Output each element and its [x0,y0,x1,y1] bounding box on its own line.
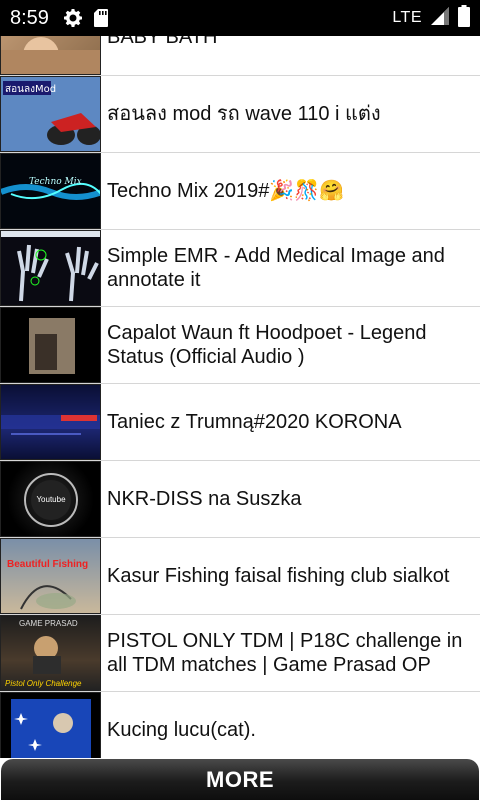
more-bar: MORE [0,758,480,800]
video-title: Techno Mix 2019#🎉🎊🤗 [107,180,345,202]
video-title: BABY BATH [107,36,218,48]
capalot-thumbnail [0,307,101,383]
nkr-thumb-text: Youtube [36,495,66,504]
signal-icon [430,6,450,31]
video-title: Capalot Waun ft Hoodpoet - Legend Status… [107,322,427,368]
motorbike-mod-thumbnail: สอนลงMod [0,76,101,152]
nkr-diss-thumbnail: Youtube [0,461,101,537]
list-item[interactable]: สอนลงMod สอนลง mod รถ wave 110 i แต่ง [0,76,480,153]
video-title: สอนลง mod รถ wave 110 i แต่ง [107,103,381,125]
gear-icon [63,8,83,28]
xray-hands-thumbnail [0,230,101,306]
list-item[interactable]: GAME PRASAD Pistol Only Challenge PISTOL… [0,615,480,692]
video-title: PISTOL ONLY TDM | P18C challenge in all … [107,630,463,676]
baby-bath-thumbnail [0,36,101,75]
list-item[interactable]: Simple EMR - Add Medical Image and annot… [0,230,480,307]
mod-thumb-text: สอนลงMod [5,84,56,95]
list-item[interactable]: Kucing lucu(cat). [0,692,480,758]
list-item[interactable]: Capalot Waun ft Hoodpoet - Legend Status… [0,307,480,384]
pistol-thumb-top: GAME PRASAD [19,619,78,628]
status-bar: 8:59 LTE [0,0,480,36]
video-title: NKR-DISS na Suszka [107,488,302,510]
pistol-tdm-thumbnail: GAME PRASAD Pistol Only Challenge [0,615,101,691]
cat-thumbnail [0,692,101,758]
list-item[interactable]: Youtube NKR-DISS na Suszka [0,461,480,538]
more-button[interactable]: MORE [1,759,479,800]
list-item[interactable]: Techno Mix Techno Mix 2019#🎉🎊🤗 [0,153,480,230]
status-right: LTE [392,4,470,32]
fishing-thumbnail: Beautiful Fishing [0,538,101,614]
list-item[interactable]: Taniec z Trumną#2020 KORONA [0,384,480,461]
list-item[interactable]: Beautiful Fishing Kasur Fishing faisal f… [0,538,480,615]
video-title: Simple EMR - Add Medical Image and annot… [107,245,445,291]
sd-card-icon [93,8,109,28]
list-item[interactable]: BABY BATH [0,36,480,76]
network-type: LTE [392,9,422,26]
taniec-thumbnail [0,384,101,460]
video-title: Kucing lucu(cat). [107,719,256,741]
status-time: 8:59 [10,6,49,29]
battery-icon [458,4,470,32]
video-title: Taniec z Trumną#2020 KORONA [107,411,402,433]
kasur-thumb-text: Beautiful Fishing [7,559,88,570]
video-list[interactable]: BABY BATH สอนลงMod สอนลง mod รถ wave 110… [0,36,480,758]
pistol-thumb-bottom: Pistol Only Challenge [5,679,82,688]
techno-mix-thumbnail: Techno Mix [0,153,101,229]
techno-thumb-text: Techno Mix [29,177,82,187]
video-title: Kasur Fishing faisal fishing club sialko… [107,565,450,587]
